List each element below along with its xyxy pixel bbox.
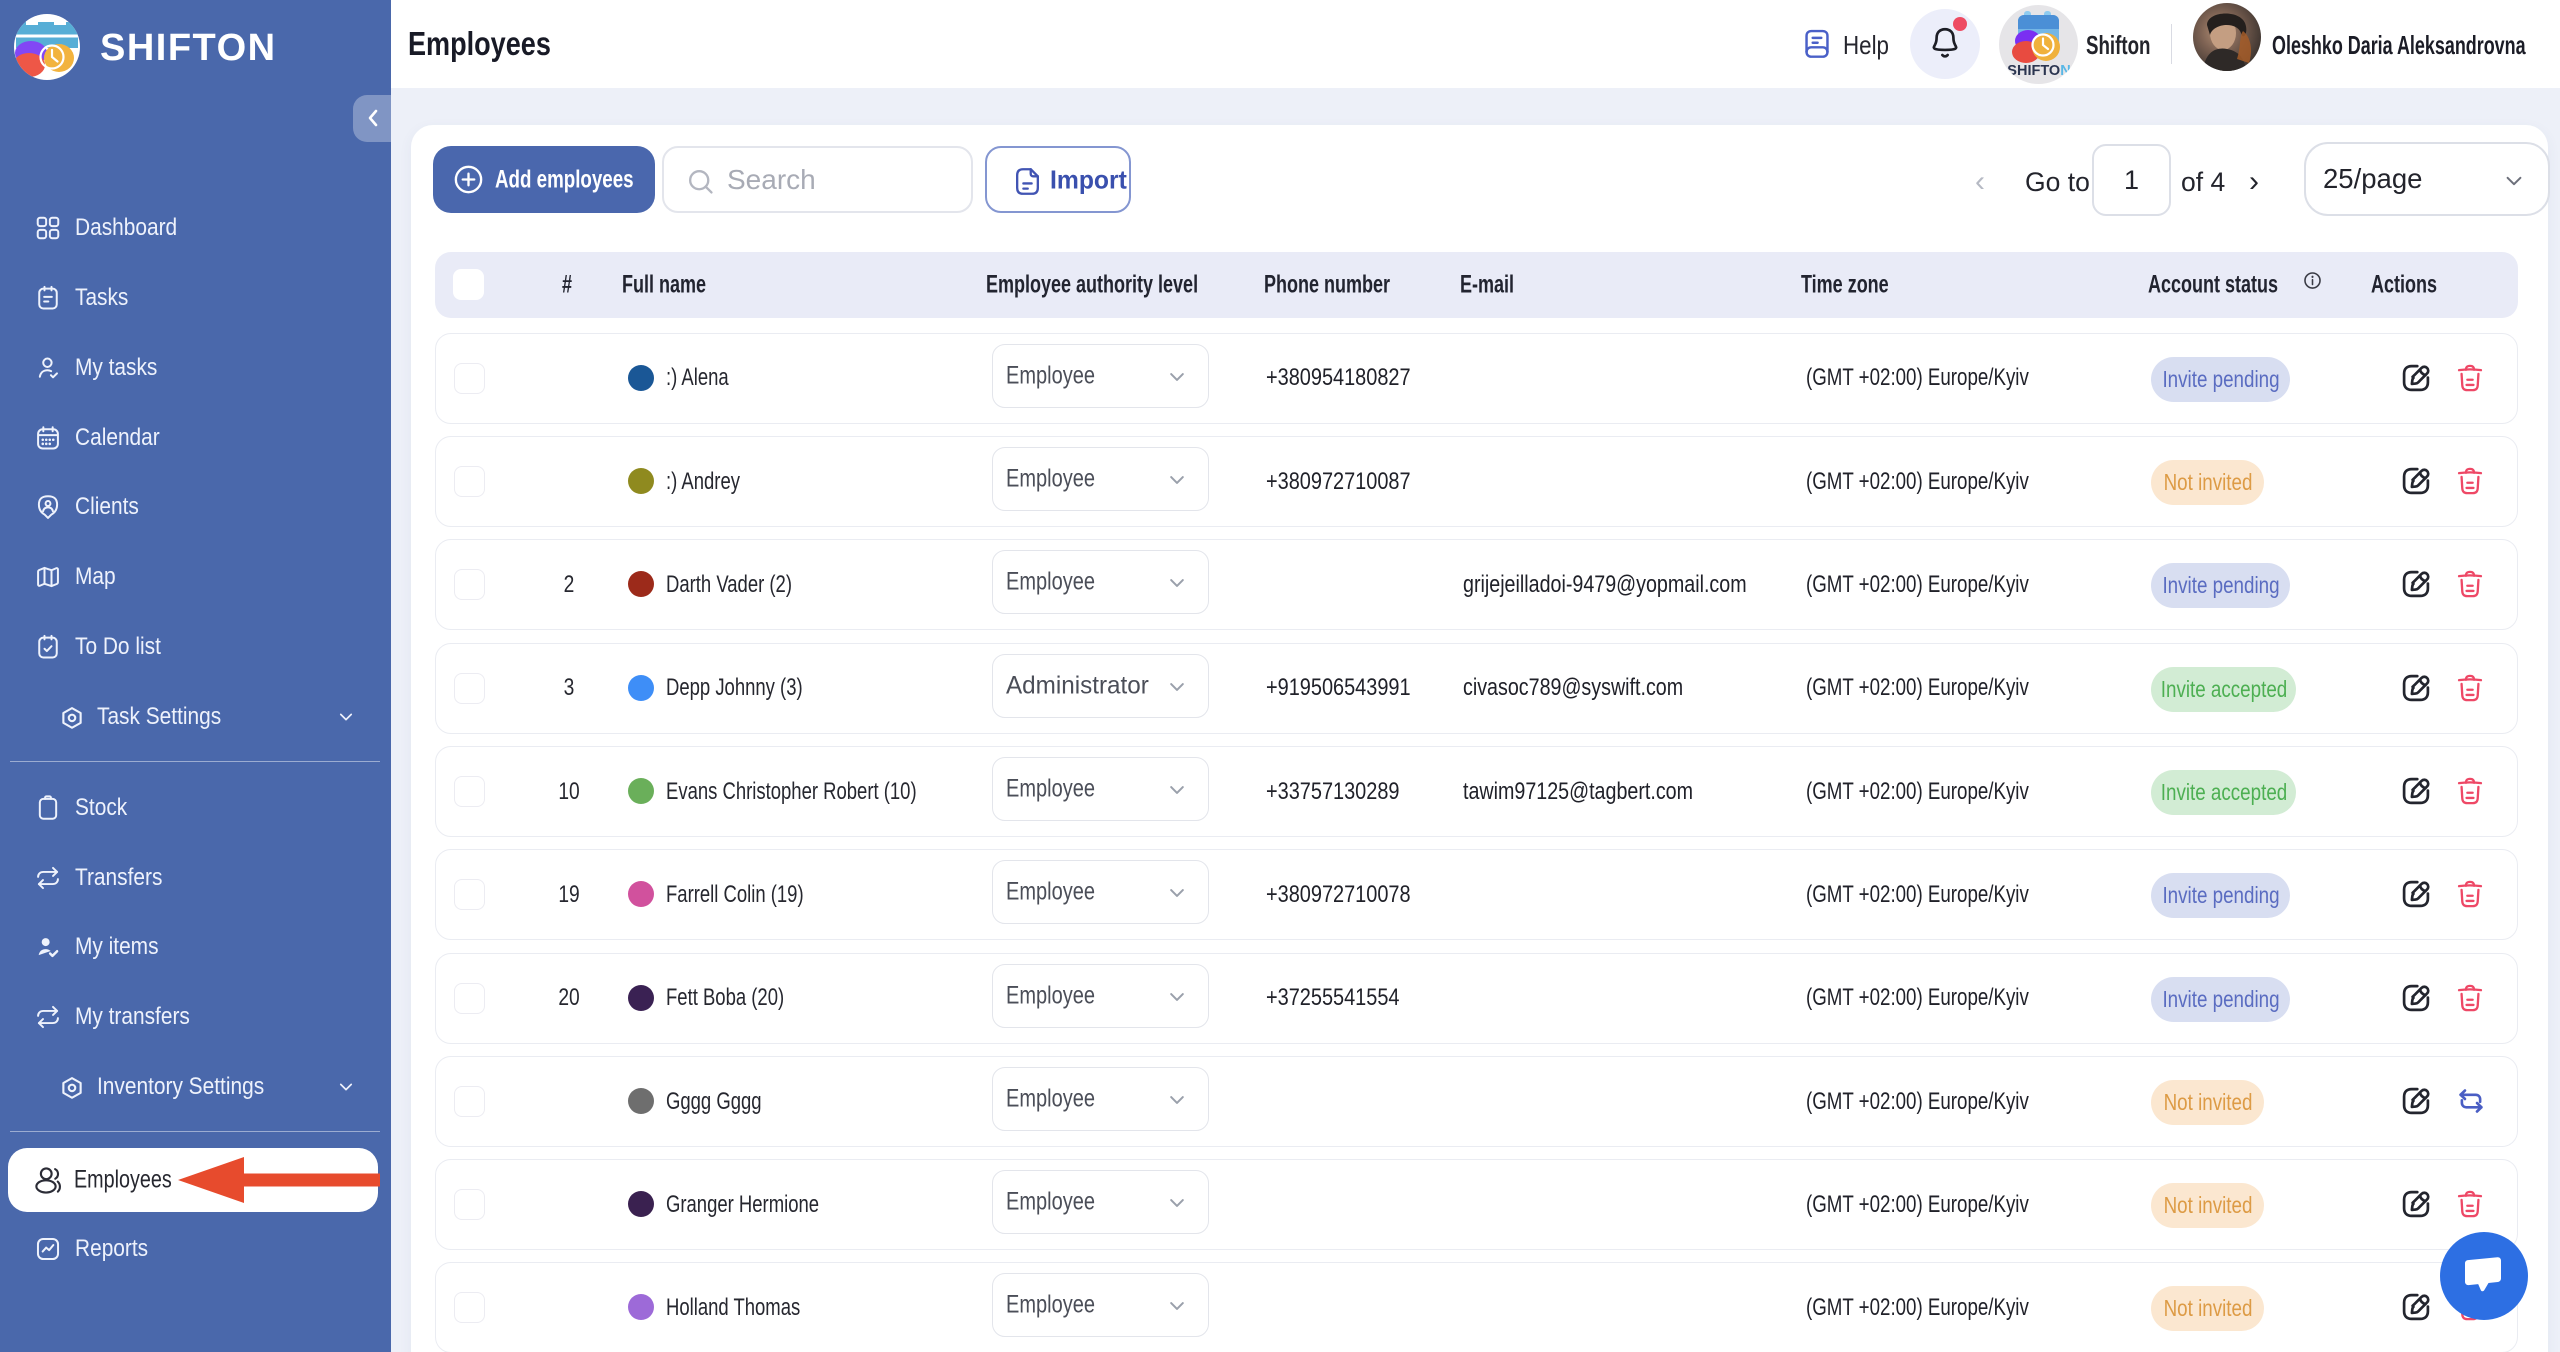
svg-text:SHIFTON: SHIFTON bbox=[2007, 63, 2070, 79]
